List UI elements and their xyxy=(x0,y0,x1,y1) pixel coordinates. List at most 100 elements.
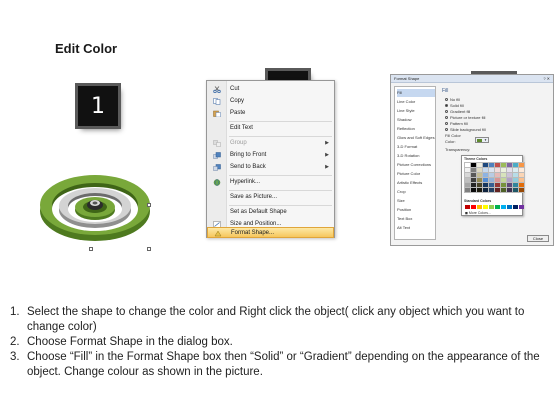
category-3d-rotation[interactable]: 3-D Rotation xyxy=(397,152,435,160)
color-swatch[interactable] xyxy=(488,187,495,193)
menu-item-save-as-picture[interactable]: Save as Picture... xyxy=(207,192,334,203)
color-swatch[interactable] xyxy=(465,205,470,209)
color-swatch[interactable] xyxy=(470,187,477,193)
color-swatch[interactable] xyxy=(506,177,513,183)
radio-solid-fill[interactable]: Solid fill xyxy=(445,103,464,108)
color-swatch[interactable] xyxy=(477,205,482,209)
menu-item-send-to-back[interactable]: Send to Back ▶ xyxy=(207,162,334,173)
color-swatch[interactable] xyxy=(494,162,501,168)
menu-item-copy[interactable]: Copy xyxy=(207,96,334,107)
radio-no-fill[interactable]: No fill xyxy=(445,97,460,102)
category-size[interactable]: Size xyxy=(397,197,435,205)
category-picture-color[interactable]: Picture Color xyxy=(397,170,435,178)
color-swatch[interactable] xyxy=(488,167,495,173)
color-swatch[interactable] xyxy=(518,187,525,193)
color-swatch[interactable] xyxy=(470,182,477,188)
color-swatch[interactable] xyxy=(476,172,483,178)
category-text-box[interactable]: Text Box xyxy=(397,215,435,223)
color-swatch[interactable] xyxy=(470,167,477,173)
color-swatch[interactable] xyxy=(512,172,519,178)
color-swatch[interactable] xyxy=(476,167,483,173)
color-swatch[interactable] xyxy=(513,205,518,209)
color-swatch[interactable] xyxy=(470,172,477,178)
category-3d-format[interactable]: 3-D Format xyxy=(397,143,435,151)
category-alt-text[interactable]: Alt Text xyxy=(397,224,435,232)
color-swatch[interactable] xyxy=(500,187,507,193)
color-swatch[interactable] xyxy=(464,162,471,168)
color-swatch[interactable] xyxy=(471,205,476,209)
color-swatch[interactable] xyxy=(501,205,506,209)
color-swatch[interactable] xyxy=(488,162,495,168)
color-swatch[interactable] xyxy=(518,177,525,183)
menu-item-set-default-shape[interactable]: Set as Default Shape xyxy=(207,207,334,218)
color-swatch[interactable] xyxy=(482,187,489,193)
color-swatch[interactable] xyxy=(476,187,483,193)
color-swatch[interactable] xyxy=(488,182,495,188)
selected-ring-shape[interactable] xyxy=(29,155,153,255)
color-swatch[interactable] xyxy=(488,177,495,183)
color-swatch[interactable] xyxy=(482,182,489,188)
radio-slide-background-fill[interactable]: Slide background fill xyxy=(445,127,486,132)
color-swatch[interactable] xyxy=(506,167,513,173)
color-swatch[interactable] xyxy=(470,177,477,183)
color-swatch[interactable] xyxy=(482,177,489,183)
selection-handle[interactable] xyxy=(89,247,93,251)
color-swatch[interactable] xyxy=(500,167,507,173)
color-swatch[interactable] xyxy=(464,187,471,193)
selection-handle[interactable] xyxy=(147,203,151,207)
category-position[interactable]: Position xyxy=(397,206,435,214)
color-swatch[interactable] xyxy=(488,172,495,178)
category-glow[interactable]: Glow and Soft Edges xyxy=(397,134,435,142)
color-swatch[interactable] xyxy=(500,182,507,188)
color-swatch[interactable] xyxy=(494,177,501,183)
category-fill[interactable]: Fill xyxy=(397,89,435,97)
color-swatch[interactable] xyxy=(464,167,471,173)
color-swatch[interactable] xyxy=(512,177,519,183)
category-reflection[interactable]: Reflection xyxy=(397,125,435,133)
color-swatch[interactable] xyxy=(506,162,513,168)
color-swatch[interactable] xyxy=(476,162,483,168)
color-swatch[interactable] xyxy=(470,162,477,168)
color-swatch[interactable] xyxy=(512,167,519,173)
category-line-style[interactable]: Line Style xyxy=(397,107,435,115)
menu-item-edit-text[interactable]: Edit Text xyxy=(207,123,334,134)
category-crop[interactable]: Crop xyxy=(397,188,435,196)
color-swatch[interactable] xyxy=(500,162,507,168)
color-swatch[interactable] xyxy=(494,172,501,178)
color-swatch[interactable] xyxy=(518,182,525,188)
color-swatch[interactable] xyxy=(464,172,471,178)
color-swatch[interactable] xyxy=(495,205,500,209)
radio-pattern-fill[interactable]: Pattern fill xyxy=(445,121,468,126)
color-swatch[interactable] xyxy=(506,182,513,188)
color-swatch[interactable] xyxy=(512,187,519,193)
menu-item-paste[interactable]: Paste xyxy=(207,108,334,119)
menu-item-hyperlink[interactable]: Hyperlink... xyxy=(207,177,334,188)
menu-item-format-shape[interactable]: Format Shape... xyxy=(207,227,334,238)
color-swatch[interactable] xyxy=(489,205,494,209)
radio-gradient-fill[interactable]: Gradient fill xyxy=(445,109,470,114)
color-swatch[interactable] xyxy=(518,162,525,168)
color-swatch[interactable] xyxy=(464,182,471,188)
color-swatch[interactable] xyxy=(482,172,489,178)
menu-item-bring-to-front[interactable]: Bring to Front ▶ xyxy=(207,150,334,161)
color-picker-button[interactable]: ▼ xyxy=(475,137,489,143)
radio-picture-fill[interactable]: Picture or texture fill xyxy=(445,115,485,120)
category-artistic-effects[interactable]: Artistic Effects xyxy=(397,179,435,187)
color-swatch[interactable] xyxy=(482,167,489,173)
color-swatch[interactable] xyxy=(518,172,525,178)
color-swatch[interactable] xyxy=(500,172,507,178)
color-swatch[interactable] xyxy=(512,162,519,168)
color-swatch[interactable] xyxy=(476,177,483,183)
color-swatch[interactable] xyxy=(519,205,524,209)
color-swatch[interactable] xyxy=(494,182,501,188)
color-swatch[interactable] xyxy=(506,172,513,178)
more-colors-link[interactable]: ◼ More Colors... xyxy=(465,211,491,215)
color-swatch[interactable] xyxy=(507,205,512,209)
color-swatch[interactable] xyxy=(512,182,519,188)
color-swatch[interactable] xyxy=(500,177,507,183)
color-swatch[interactable] xyxy=(464,177,471,183)
category-picture-corrections[interactable]: Picture Corrections xyxy=(397,161,435,169)
color-swatch[interactable] xyxy=(482,162,489,168)
color-swatch[interactable] xyxy=(494,167,501,173)
close-button[interactable]: Close xyxy=(527,235,549,242)
